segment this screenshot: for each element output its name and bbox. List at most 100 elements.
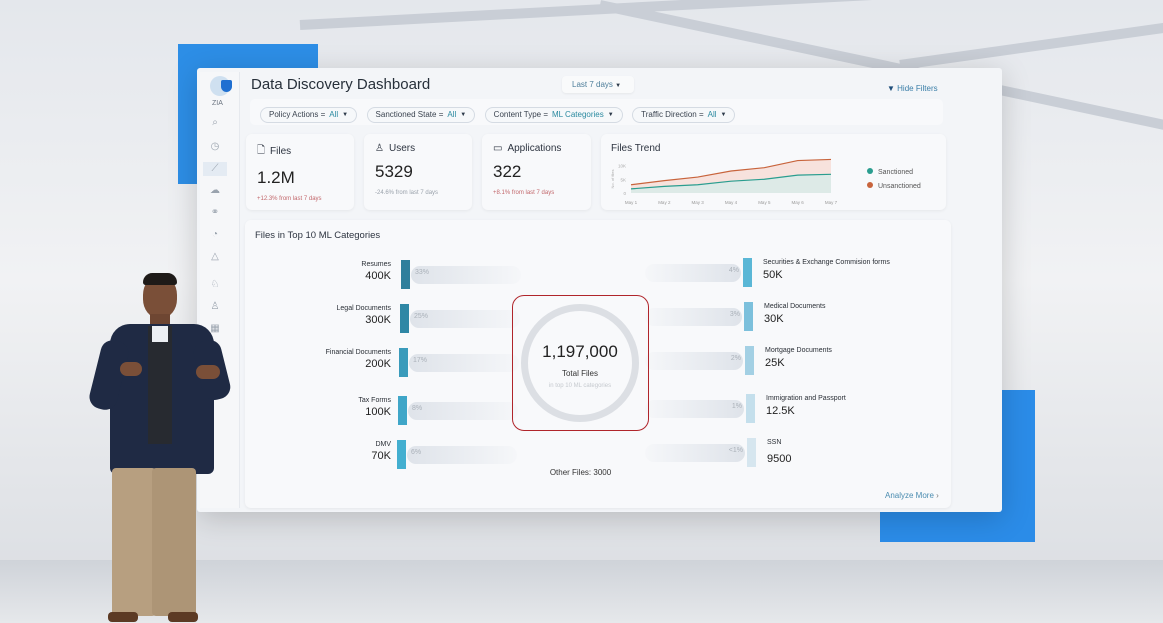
x-tick-label: May 6 bbox=[792, 200, 805, 205]
file-icon: 🗋 bbox=[257, 145, 266, 156]
legend-unsanctioned: Unsanctioned bbox=[867, 182, 921, 190]
flow-band bbox=[408, 402, 518, 420]
filter-sanctioned-state[interactable]: Sanctioned State = All ▼ bbox=[366, 106, 476, 123]
gauge-icon[interactable]: ◷ bbox=[208, 140, 222, 154]
user-icon[interactable]: ♙ bbox=[208, 300, 222, 314]
category-item-right[interactable]: Securities & Exchange Commision forms 50… bbox=[763, 259, 943, 281]
category-label: Medical Documents bbox=[764, 303, 826, 310]
filter-value: All bbox=[329, 110, 339, 119]
kpi-card-users[interactable]: ♙ Users 5329 -24.6% from last 7 days bbox=[364, 134, 472, 210]
chart-icon[interactable]: ⟋ bbox=[203, 162, 227, 176]
kpi-title: Users bbox=[388, 143, 416, 154]
category-item-left[interactable]: Legal Documents 300K bbox=[285, 305, 391, 326]
analyze-more-link[interactable]: Analyze More › bbox=[885, 491, 939, 500]
category-pct: 4% bbox=[728, 267, 739, 274]
caret-down-icon: ▼ bbox=[720, 111, 727, 118]
window-icon: ▭ bbox=[493, 143, 503, 154]
kpi-title: Applications bbox=[507, 143, 562, 154]
category-value: 70K bbox=[371, 450, 391, 462]
y-tick-label: 5K bbox=[620, 177, 626, 182]
category-pct: 1% bbox=[731, 403, 742, 410]
filter-value: ML Categories bbox=[552, 110, 604, 119]
cloud-icon[interactable]: ☁ bbox=[208, 184, 222, 198]
category-item-left[interactable]: Resumes 400K bbox=[285, 261, 391, 282]
filter-content-type[interactable]: Content Type = ML Categories ▼ bbox=[484, 106, 623, 123]
category-bar bbox=[400, 304, 409, 333]
category-value: 300K bbox=[365, 314, 391, 326]
filter-key: Sanctioned State = bbox=[375, 110, 444, 119]
category-item-left[interactable]: DMV 70K bbox=[285, 441, 391, 462]
filter-policy-actions[interactable]: Policy Actions = All ▼ bbox=[260, 106, 358, 123]
dashboard-screen: ZIA ⌕ ◷ ⟋ ☁ ⚭ ◔ △ ♘ ♙ ▦ Data Discovery D… bbox=[197, 68, 1002, 512]
bell-icon[interactable]: ♘ bbox=[208, 278, 222, 292]
other-files: Other Files: 3000 bbox=[549, 468, 612, 477]
category-bar bbox=[746, 394, 755, 423]
kpi-title: Files bbox=[270, 146, 292, 157]
x-tick-label: May 4 bbox=[725, 200, 738, 205]
x-tick-label: May 7 bbox=[825, 200, 838, 205]
category-label: Mortgage Documents bbox=[765, 347, 832, 354]
category-pct: 6% bbox=[411, 449, 422, 456]
category-bar bbox=[398, 396, 407, 425]
hide-filters-button[interactable]: ▼ Hide Filters bbox=[887, 84, 938, 93]
total-sub: in top 10 ML categories bbox=[548, 383, 612, 389]
category-value: 50K bbox=[763, 269, 783, 281]
category-pct: 8% bbox=[412, 405, 423, 412]
category-value: 9500 bbox=[767, 453, 792, 465]
legend-dot bbox=[867, 168, 873, 174]
total-value: 1,197,000 bbox=[542, 342, 618, 361]
link-icon[interactable]: ⚭ bbox=[208, 206, 222, 220]
hide-filters-label: Hide Filters bbox=[897, 84, 938, 93]
kpi-card-files[interactable]: 🗋 Files 1.2M +12.3% from last 7 days bbox=[246, 134, 354, 210]
kpi-value: 322 bbox=[493, 162, 522, 181]
caret-down-icon: ▼ bbox=[607, 111, 614, 118]
category-item-right[interactable]: SSN 9500 bbox=[767, 439, 947, 465]
x-tick-label: May 2 bbox=[658, 200, 671, 205]
category-item-right[interactable]: Mortgage Documents 25K bbox=[765, 347, 945, 369]
category-label: Securities & Exchange Commision forms bbox=[763, 259, 890, 266]
category-pct: 2% bbox=[730, 355, 741, 362]
panel-title: Files in Top 10 ML Categories bbox=[255, 230, 381, 241]
legend-sanctioned: Sanctioned bbox=[867, 168, 913, 176]
filter-key: Policy Actions = bbox=[269, 110, 326, 119]
kpi-delta: +8.1% from last 7 days bbox=[493, 190, 555, 196]
flow-band bbox=[407, 446, 517, 464]
user-icon: ♙ bbox=[375, 143, 384, 154]
category-value: 30K bbox=[764, 313, 784, 325]
category-bar bbox=[744, 302, 753, 331]
category-bar bbox=[401, 260, 410, 289]
caret-down-icon: ▼ bbox=[460, 111, 467, 118]
category-item-left[interactable]: Tax Forms 100K bbox=[285, 397, 391, 418]
filter-traffic-direction[interactable]: Traffic Direction = All ▼ bbox=[632, 106, 736, 123]
caret-down-icon: ▼ bbox=[342, 111, 349, 118]
kpi-card-applications[interactable]: ▭ Applications 322 +8.1% from last 7 days bbox=[482, 134, 591, 210]
search-icon[interactable]: ⌕ bbox=[208, 116, 222, 130]
category-label: Resumes bbox=[361, 261, 391, 268]
filter-key: Traffic Direction = bbox=[641, 110, 704, 119]
alert-icon[interactable]: △ bbox=[208, 250, 222, 264]
ml-categories-panel: Files in Top 10 ML Categories Resumes 40… bbox=[245, 220, 951, 508]
kpi-value: 1.2M bbox=[257, 168, 295, 187]
category-pct: 3% bbox=[729, 311, 740, 318]
category-item-right[interactable]: Immigration and Passport 12.5K bbox=[766, 395, 946, 417]
trend-chart: No. of files 0 5K 10K May 1 May 2 May 3 May 4 Ma… bbox=[610, 158, 838, 205]
category-label: DMV bbox=[375, 441, 391, 448]
clock-icon[interactable]: ◔ bbox=[208, 228, 222, 242]
category-bar bbox=[745, 346, 754, 375]
x-tick-label: May 1 bbox=[625, 200, 638, 205]
category-value: 100K bbox=[365, 406, 391, 418]
total-files-box[interactable]: 1,197,000 Total Files in top 10 ML categ… bbox=[512, 295, 649, 431]
date-range-dropdown[interactable]: Last 7 days ▼ bbox=[562, 76, 634, 93]
files-trend-card: Files Trend No. of files 0 5K 10K May 1 May 2… bbox=[601, 134, 946, 210]
category-bar bbox=[399, 348, 408, 377]
logo-text: ZIA bbox=[212, 100, 223, 107]
total-ring bbox=[521, 304, 639, 422]
filter-icon: ▼ bbox=[887, 84, 895, 93]
legend-label: Sanctioned bbox=[878, 169, 914, 176]
category-pct: 25% bbox=[414, 313, 429, 320]
category-item-left[interactable]: Financial Documents 200K bbox=[285, 349, 391, 370]
filter-value: All bbox=[447, 110, 457, 119]
y-tick-label: 0 bbox=[623, 191, 626, 196]
category-item-right[interactable]: Medical Documents 30K bbox=[764, 303, 944, 325]
chevron-right-icon: › bbox=[936, 491, 939, 500]
